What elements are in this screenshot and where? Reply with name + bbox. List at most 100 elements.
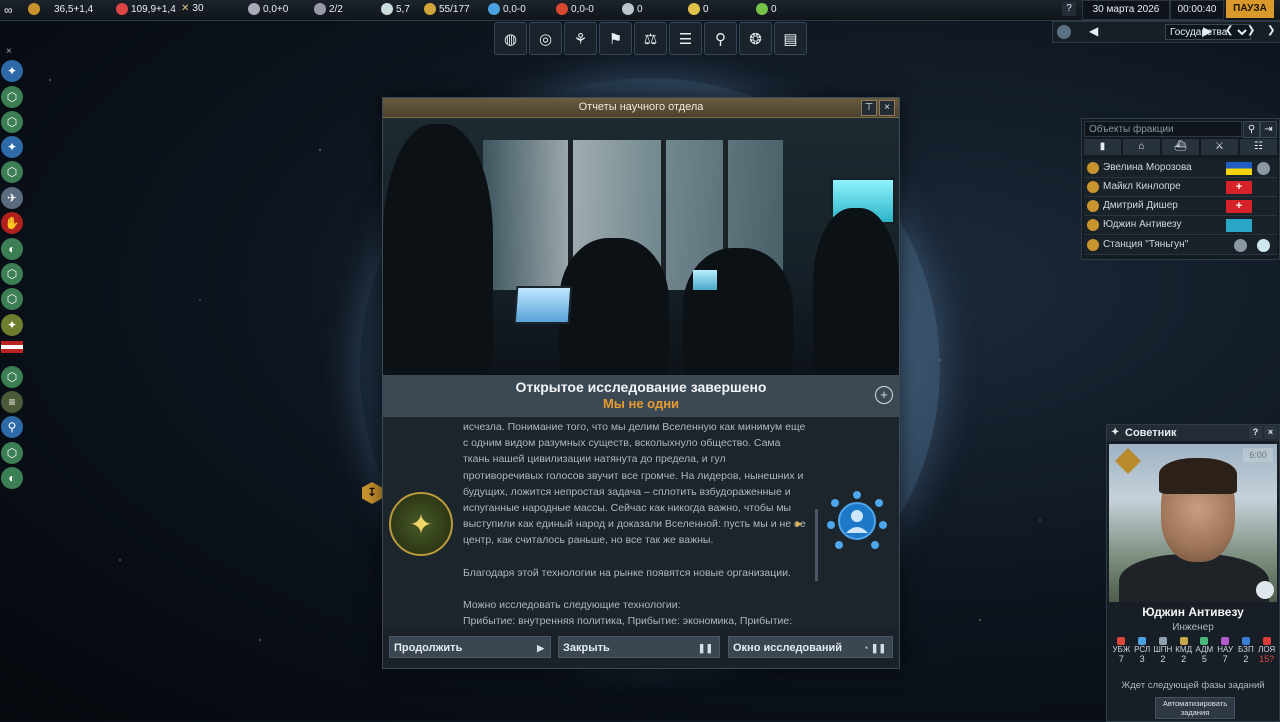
scrollbar[interactable] [815,509,818,581]
report-heading: Открытое исследование завершено [515,379,767,395]
search-icon[interactable]: ⚲ [1243,121,1260,138]
advisor-role: Инженер [1172,622,1214,633]
dialog-titlebar: Отчеты научного отдела ⊤ × [383,98,899,118]
stat-value: 5 [1201,654,1207,664]
laptop-screen [513,286,573,324]
globe-icon[interactable]: ◍ [494,22,527,55]
rank-badge-icon [1115,448,1141,474]
eagle-icon[interactable]: ✈ [1,187,23,209]
stat-icon [1200,637,1209,645]
resource-military[interactable]: ✕ 30 [181,3,204,14]
automate-missions-button[interactable]: Автоматизировать задания [1155,697,1235,719]
ledger-icon[interactable]: ▤ [774,22,807,55]
stat-investigation: РСЛ 3 [1132,636,1153,664]
game-date: 30 марта 2026 [1082,0,1170,20]
hab-tab-icon[interactable]: ⌂ [1123,139,1160,155]
councilor-icon[interactable]: ⬡ [1,366,23,388]
faction-row[interactable]: Майкл Кинлопре + [1084,178,1277,197]
brain-icon[interactable]: ❂ [739,22,772,55]
pause-button[interactable]: ПАУЗА [1226,0,1274,18]
step-back-button[interactable]: ❮ [1225,25,1233,36]
councilor-icon[interactable]: ⬡ [1,288,23,310]
close-button[interactable]: Закрыть ❚❚ [558,636,720,658]
resource-volatiles[interactable]: 0,0-0 [556,3,594,15]
help-button[interactable]: ? [1062,2,1076,16]
research-window-button[interactable]: Окно исследований ◔ ❚❚ [728,636,893,658]
advisor-status: Ждет следующей фазы заданий [1121,680,1265,691]
fast-forward-button[interactable]: ❯ [1267,25,1275,36]
step-forward-button[interactable]: ❯ [1247,25,1255,36]
resource-ops[interactable]: 109,9+1,4 [116,3,176,15]
globe-icon[interactable]: ◐ [1,238,23,260]
infinity-icon[interactable]: ∞ [4,3,13,17]
councilor-icon[interactable]: ⬡ [1,161,23,183]
sliders-icon[interactable]: ☰ [669,22,702,55]
councilor-icon[interactable]: ⬡ [1,111,23,133]
stat-label: ЛОЯ [1258,645,1276,654]
continue-label: Продолжить [394,642,463,654]
faction-row[interactable]: Эвелина Морозова [1084,159,1277,178]
globe-icon[interactable]: ◐ [1,467,23,489]
water-icon [488,3,500,15]
collapse-icon[interactable]: ⇥ [1260,121,1277,138]
councilor-icon [1087,219,1099,231]
resource-influence[interactable]: 36,5+1,4 [28,3,93,15]
mission-control-icon [314,3,326,15]
continue-button[interactable]: Продолжить ▶ [389,636,551,658]
resource-value: 0 [637,3,643,15]
help-button[interactable]: ? [1249,426,1262,439]
councilor-icon[interactable]: ⬡ [1,263,23,285]
map-marker-icon[interactable]: ↧ [362,482,382,504]
stat-label: БЗП [1238,645,1254,654]
ops-icon [116,3,128,15]
hierarchy-icon[interactable]: ⚘ [564,22,597,55]
resource-fissiles[interactable]: 0 [756,3,777,15]
stat-administration: АДМ 5 [1194,636,1215,664]
compass-medal-icon: ✦ [389,492,453,556]
report-text-scroll[interactable]: исчезла. Понимание того, что мы делим Вс… [463,419,808,627]
add-module-icon[interactable] [1257,239,1270,252]
faction-row[interactable]: Дмитрий Дишер + [1084,197,1277,216]
us-flag-icon[interactable] [1,341,23,353]
resource-research[interactable]: 5,7 [381,3,410,15]
resource-value: 36,5+1,4 [54,3,94,15]
research-icon[interactable]: ⚲ [1,416,23,438]
advisor-panel: ✦ Советник ? × 6:00 Юджин Антивезу Инжен… [1106,424,1280,722]
globe-icon[interactable] [1057,25,1071,39]
resource-metals[interactable]: 0 [622,3,643,15]
faction-row[interactable]: Станция "Тяньгун" [1084,236,1277,255]
finance-icon[interactable]: ⚖ [634,22,667,55]
resource-mission-control[interactable]: 2/2 [314,3,343,15]
resource-water[interactable]: 0,0-0 [488,3,526,15]
prev-view-button[interactable]: ◀ [1089,24,1098,38]
solar-system-icon[interactable]: ◎ [529,22,562,55]
sidebar-close-button[interactable]: × [6,46,12,57]
stat-value: 3 [1139,654,1145,664]
stat-persuasion: УБЖ 7 [1111,636,1132,664]
councilor-icon[interactable]: ✦ [1,60,23,82]
expand-plus-icon[interactable]: + [875,386,893,404]
close-icon[interactable]: × [1264,426,1277,439]
resource-boost[interactable]: 0,0+0 [248,3,288,15]
pin-button[interactable]: ⊤ [861,100,877,116]
play-button[interactable]: ▶ [1203,24,1212,38]
councilor-icon[interactable]: ⬡ [1,86,23,108]
army-tab-icon[interactable]: ⚔ [1201,139,1238,155]
councilor-icon[interactable]: ✦ [1,136,23,158]
fleet-tab-icon[interactable]: ⛴ [1162,139,1199,155]
resource-noble-metals[interactable]: 0 [688,3,709,15]
faction-row[interactable]: Юджин Антивезу [1084,216,1277,235]
advisor-portrait[interactable]: 6:00 [1109,444,1277,602]
flag-icon[interactable]: ⚑ [599,22,632,55]
research-icon[interactable]: ⚲ [704,22,737,55]
settings-tab-icon[interactable]: ☷ [1240,139,1277,155]
faction-search-input[interactable] [1084,121,1242,137]
councilor-tab-icon[interactable]: ▮ [1084,139,1121,155]
wrench-icon[interactable] [1256,581,1274,599]
red-hand-icon[interactable]: ✋ [1,212,23,234]
badge-icon[interactable]: ≡ [1,391,23,413]
resource-cp[interactable]: 55/177 [424,3,470,15]
councilor-icon[interactable]: ⬡ [1,442,23,464]
compass-icon[interactable]: ✦ [1,314,23,336]
close-icon[interactable]: × [879,100,895,116]
